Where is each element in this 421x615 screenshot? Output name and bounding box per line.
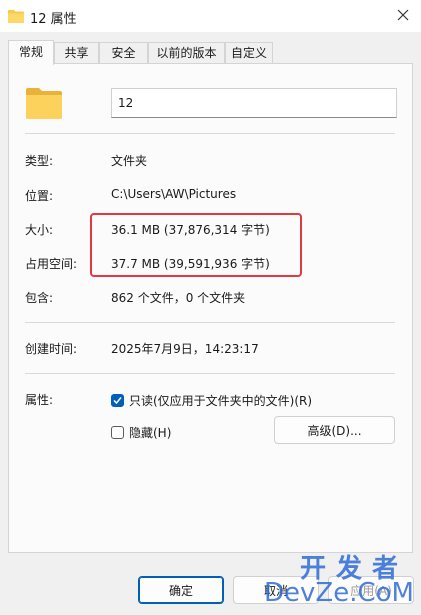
checkmark-icon [113, 397, 122, 405]
type-value: 文件夹 [111, 154, 148, 168]
contains-value: 862 个文件，0 个文件夹 [111, 291, 246, 305]
tab-security[interactable]: 安全 [99, 42, 148, 63]
general-panel: 类型: 文件夹 位置: C:\Users\AW\Pictures 大小: 36.… [8, 63, 413, 553]
divider [25, 373, 395, 374]
readonly-checkbox[interactable] [111, 394, 124, 407]
advanced-button[interactable]: 高级(D)... [274, 416, 395, 444]
created-label: 创建时间: [25, 342, 78, 356]
close-icon [397, 9, 409, 24]
size-on-disk-label: 占用空间: [25, 257, 78, 271]
location-label: 位置: [25, 189, 54, 203]
folder-icon [26, 87, 62, 122]
title-bar: 12 属性 [0, 0, 421, 32]
folder-name-input[interactable] [111, 88, 397, 118]
apply-button[interactable]: 应用(A) [328, 576, 414, 604]
divider [25, 133, 395, 134]
hidden-checkbox-row[interactable]: 隐藏(H) [111, 424, 171, 441]
divider [25, 322, 395, 323]
close-button[interactable] [391, 4, 415, 28]
tab-bar: 常规 共享 安全 以前的版本 自定义 [8, 40, 413, 65]
hidden-label: 隐藏(H) [129, 426, 172, 440]
cancel-button[interactable]: 取消 [233, 576, 319, 604]
tab-previous-versions[interactable]: 以前的版本 [148, 42, 225, 63]
ok-button[interactable]: 确定 [138, 576, 224, 604]
created-value: 2025年7月9日，14:23:17 [111, 342, 259, 356]
contains-label: 包含: [25, 291, 54, 305]
readonly-label: 只读(仅应用于文件夹中的文件)(R) [129, 394, 313, 408]
hidden-checkbox[interactable] [111, 426, 124, 439]
tab-sharing[interactable]: 共享 [54, 42, 99, 63]
highlight-box [90, 213, 302, 277]
attributes-label: 属性: [25, 393, 54, 407]
readonly-checkbox-row[interactable]: 只读(仅应用于文件夹中的文件)(R) [111, 392, 312, 409]
tab-customize[interactable]: 自定义 [225, 42, 273, 63]
folder-icon [8, 9, 24, 26]
location-value: C:\Users\AW\Pictures [111, 187, 237, 201]
type-label: 类型: [25, 154, 54, 168]
size-label: 大小: [25, 223, 54, 237]
window-title: 12 属性 [30, 12, 77, 27]
tab-general[interactable]: 常规 [8, 40, 54, 65]
